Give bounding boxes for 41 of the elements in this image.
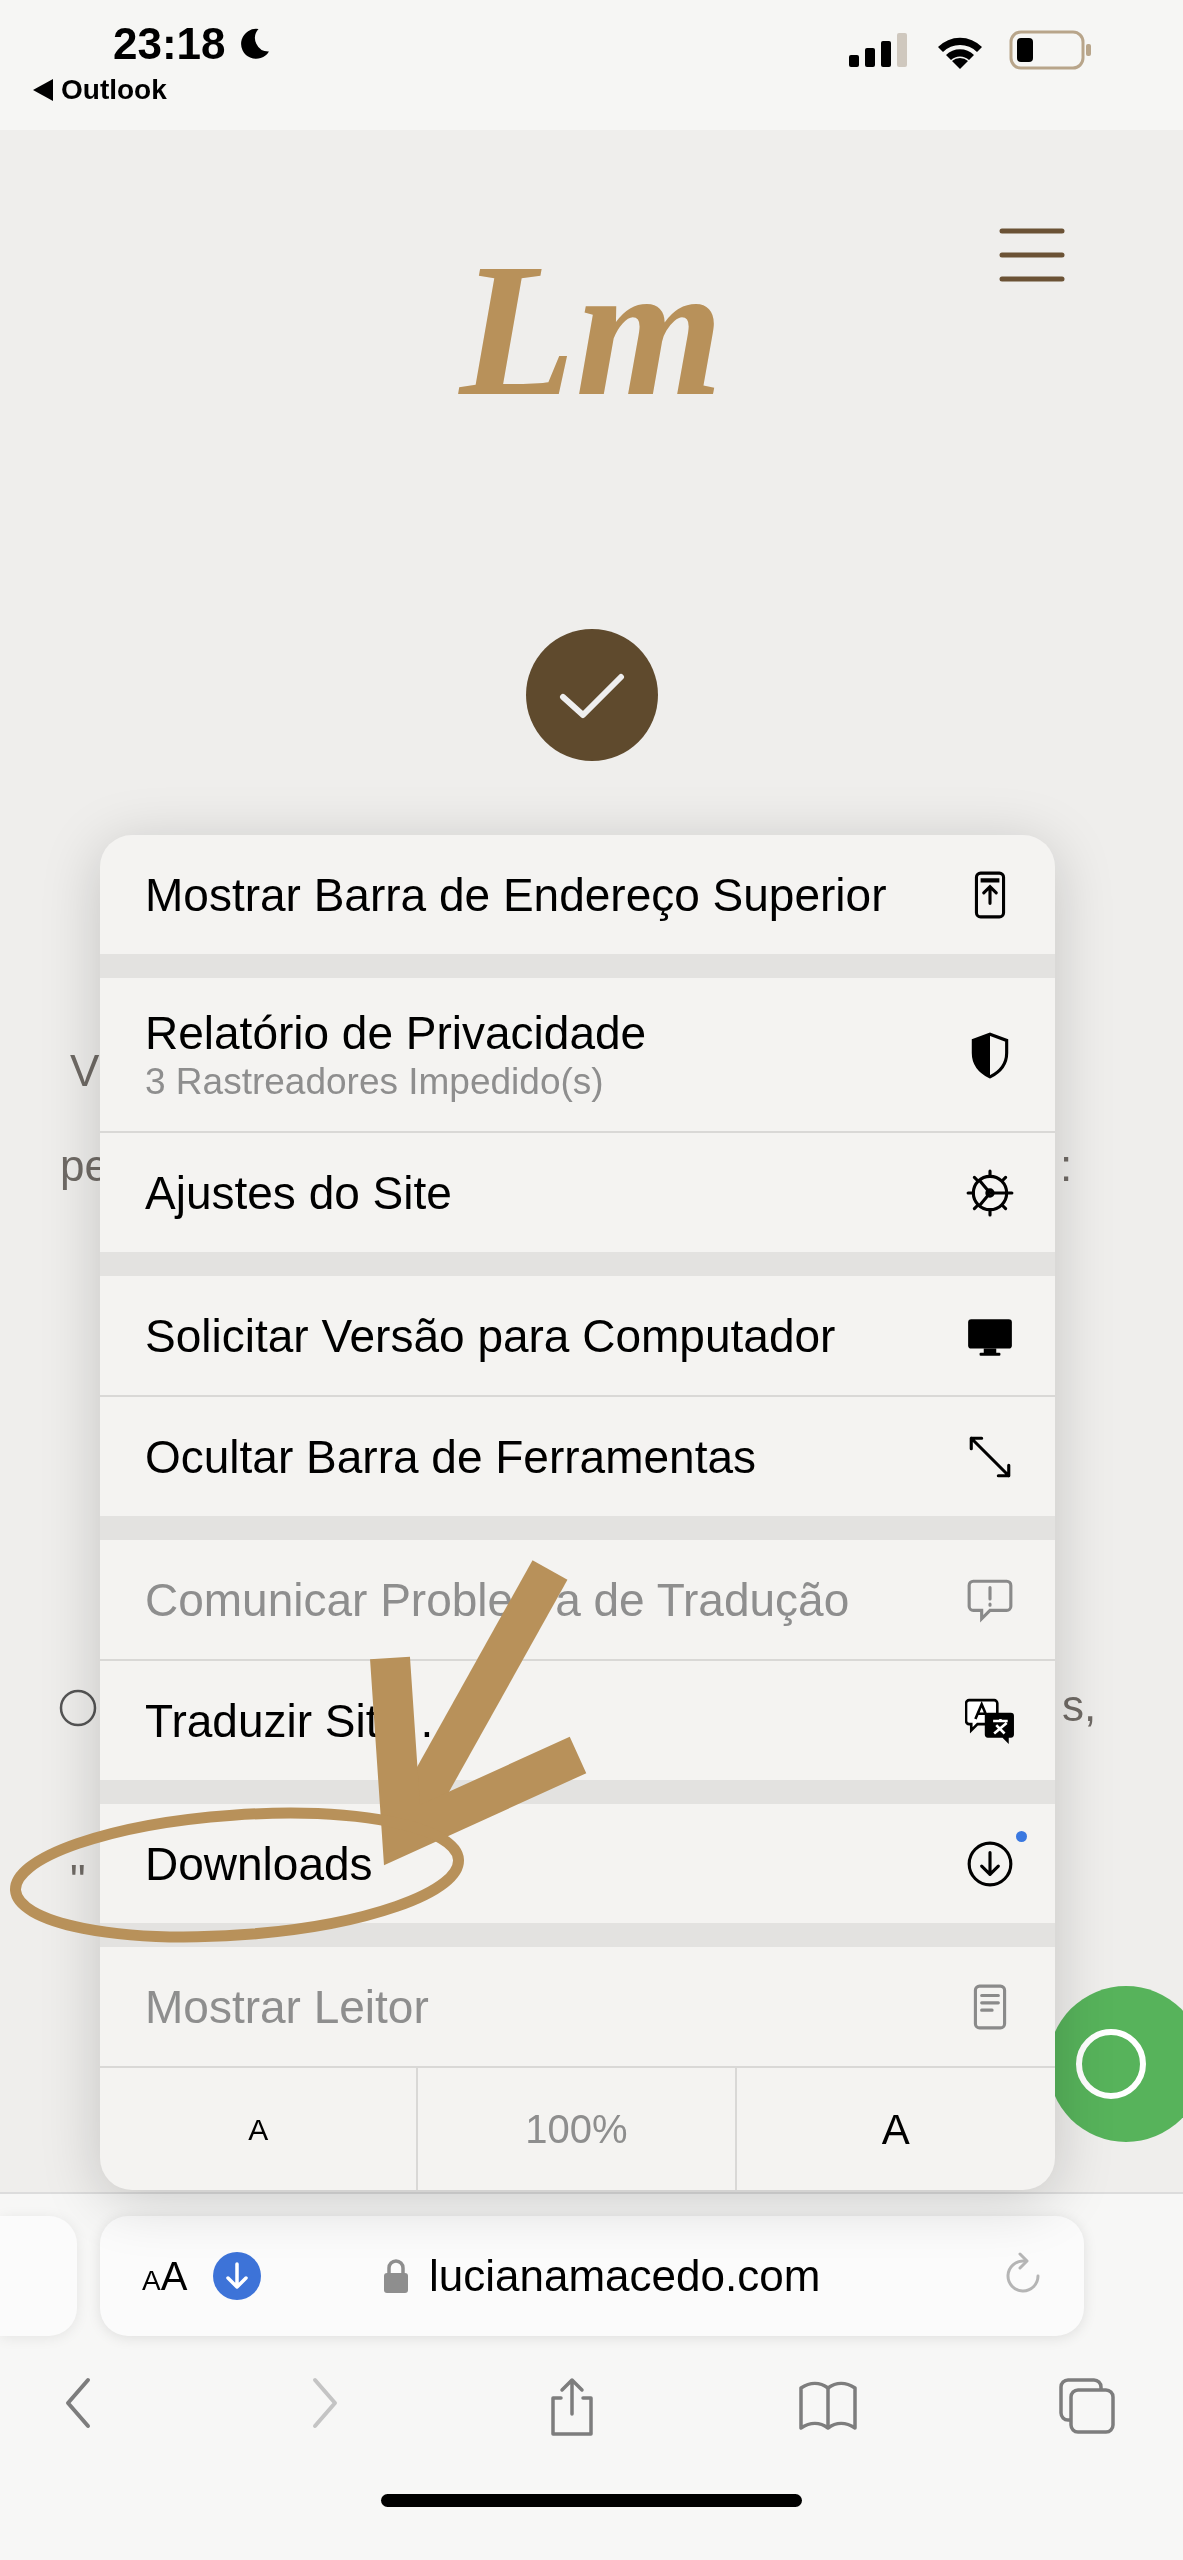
zoom-level: 100%	[418, 2068, 737, 2190]
menu-item[interactable]: Solicitar Versão para Computador	[100, 1276, 1055, 1395]
down-arrow-icon	[224, 2262, 251, 2290]
menu-item-label: a de Tradução	[555, 1572, 850, 1627]
address-bar[interactable]: AA lucianamacedo.com	[100, 2216, 1084, 2336]
gear-icon	[965, 1167, 1015, 1218]
small-a-label: A	[142, 2265, 161, 2298]
site-logo: Lm	[459, 225, 724, 435]
increase-text-size-button[interactable]: A	[736, 2068, 1055, 2190]
radio-circle-icon	[58, 1688, 98, 1728]
paragraph-text: :	[1060, 1140, 1073, 1192]
download-badge[interactable]	[213, 2252, 262, 2300]
menu-item-label: Ocultar Barra de Ferramentas	[145, 1429, 756, 1484]
large-a-label: A	[160, 2254, 188, 2298]
back-to-app-link[interactable]: Outlook	[61, 74, 167, 106]
text-size-button[interactable]: AA	[142, 2254, 188, 2298]
menu-item-label: Mostrar Barra de Endereço Superior	[145, 867, 887, 922]
menu-item[interactable]: Mostrar Barra de Endereço Superior	[100, 835, 1055, 954]
decrease-text-size-button[interactable]: A	[100, 2068, 419, 2190]
menu-item-label: Comunicar Proble	[145, 1572, 514, 1627]
menu-item-label: Solicitar Versão para Computador	[145, 1308, 836, 1363]
battery-icon	[1009, 30, 1093, 70]
menu-item-label: Relatório de Privacidade	[145, 1005, 647, 1060]
menu-item-label: Mostrar Leitor	[145, 1979, 429, 2034]
paragraph-text: "	[70, 1855, 86, 1907]
paragraph-text: V	[70, 1045, 100, 1097]
menu-item[interactable]: Ocultar Barra de Ferramentas	[100, 1397, 1055, 1516]
menu-item[interactable]: Ajustes do Site	[100, 1133, 1055, 1252]
lock-icon	[383, 2258, 409, 2294]
url-text: lucianamacedo.com	[429, 2250, 821, 2302]
menu-item-label: Downloads	[145, 1836, 373, 1891]
clock-time: 23:18	[113, 18, 226, 70]
paragraph-text: s,	[1062, 1680, 1097, 1732]
menu-item[interactable]: Relatório de Privacidade 3 Rastreadores Impedido(s)	[100, 978, 1055, 1131]
check-icon	[558, 671, 625, 719]
menu-item[interactable]: Downloads	[100, 1804, 1055, 1923]
menu-item-label: Ajustes do Site	[145, 1165, 452, 1220]
menu-icon[interactable]	[999, 228, 1065, 282]
back-triangle-icon[interactable]	[33, 79, 53, 101]
menu-item-subtitle: 3 Rastreadores Impedido(s)	[145, 1059, 605, 1104]
menu-item-label: .	[420, 1693, 434, 1748]
